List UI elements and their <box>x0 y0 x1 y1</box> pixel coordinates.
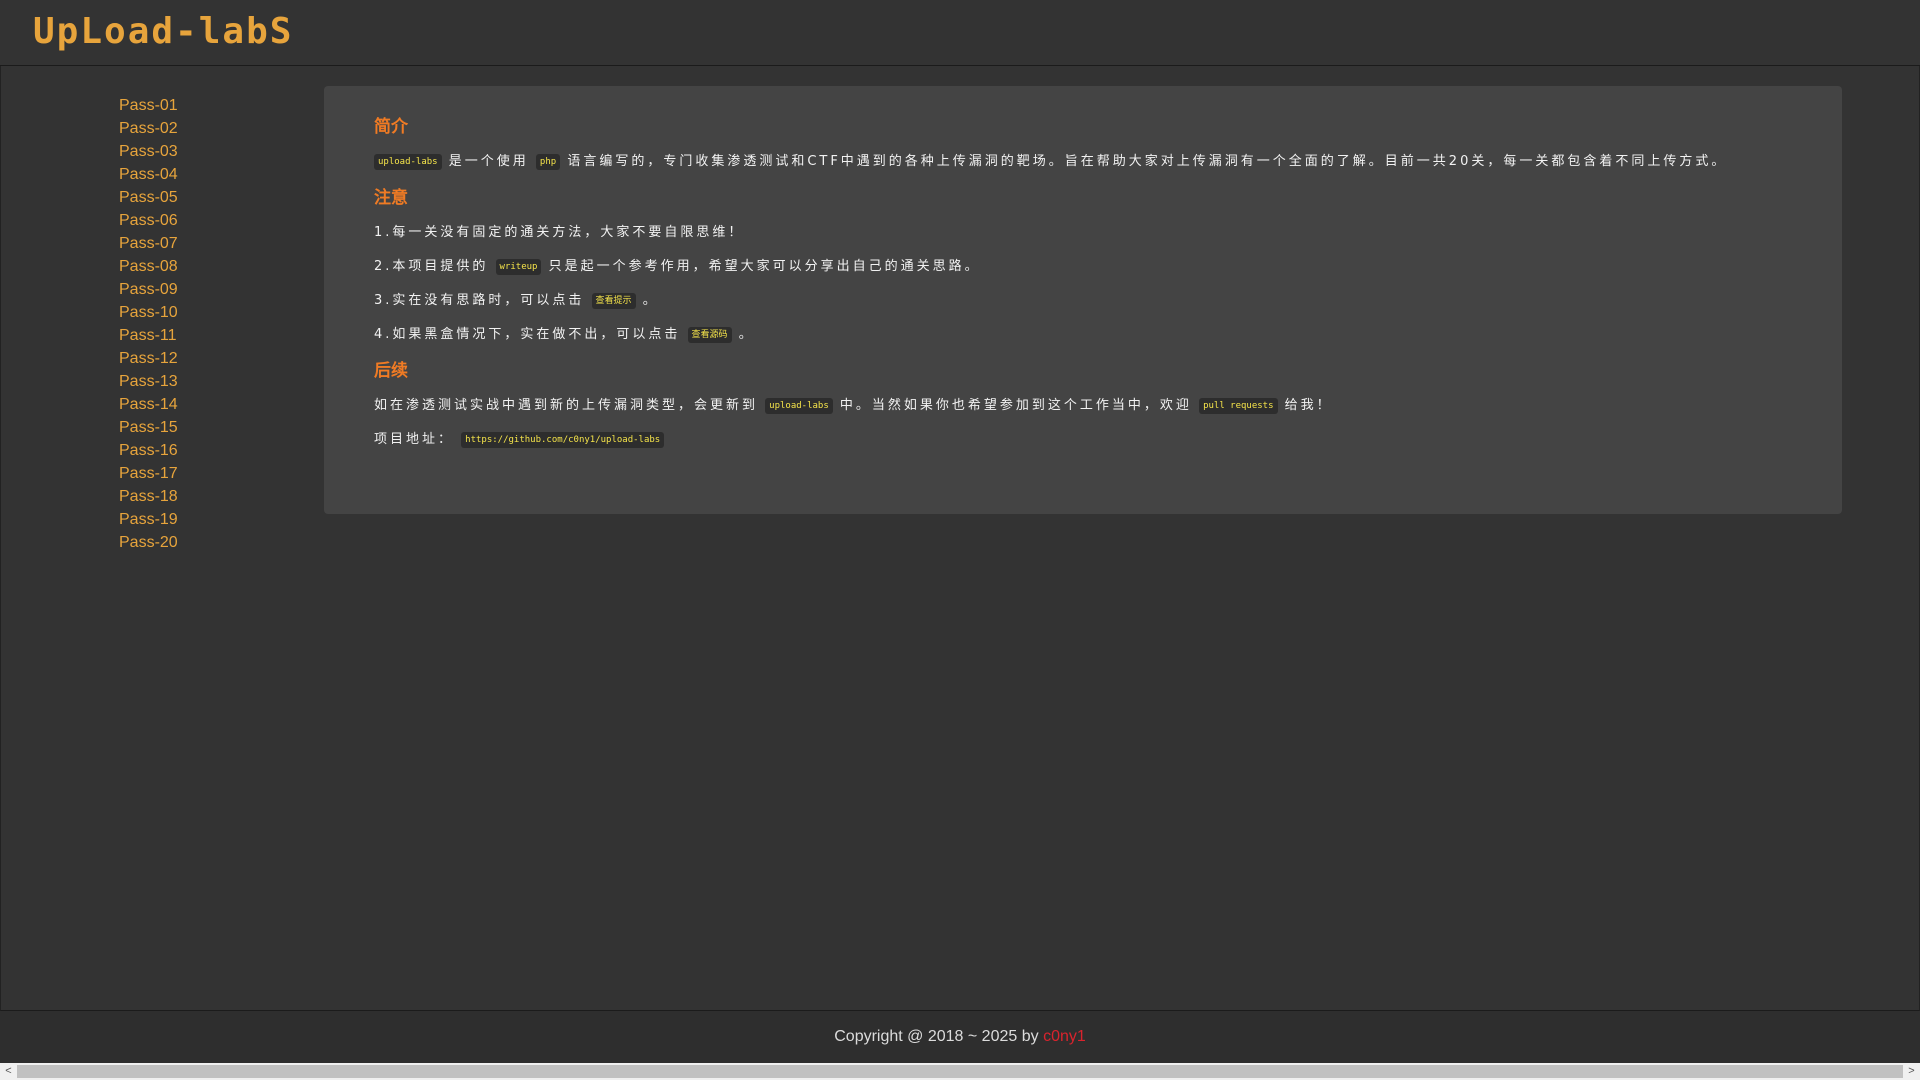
scroll-right-icon[interactable]: > <box>1903 1063 1920 1080</box>
sidebar-item-pass-07[interactable]: Pass-07 <box>119 232 239 255</box>
view-source-link[interactable]: 查看源码 <box>687 326 732 343</box>
sidebar-item-pass-05[interactable]: Pass-05 <box>119 186 239 209</box>
sidebar-item-pass-02[interactable]: Pass-02 <box>119 117 239 140</box>
sidebar-nav: Pass-01 Pass-02 Pass-03 Pass-04 Pass-05 … <box>119 94 239 554</box>
notice-item-3: 3.实在没有思路时，可以点击 查看提示 。 <box>374 291 1784 310</box>
intro-paragraph: upload-labs 是一个使用 php 语言编写的，专门收集渗透测试和CTF… <box>374 152 1784 171</box>
intro-text-2: 语言编写的，专门收集渗透测试和CTF中遇到的各种上传漏洞的靶场。旨在帮助大家对上… <box>567 154 1728 169</box>
follow-paragraph: 如在渗透测试实战中遇到新的上传漏洞类型，会更新到 upload-labs 中。当… <box>374 396 1784 415</box>
intro-title: 简介 <box>374 117 408 137</box>
sidebar-item-pass-08[interactable]: Pass-08 <box>119 255 239 278</box>
notice-item-4: 4.如果黑盒情况下，实在做不出，可以点击 查看源码 。 <box>374 325 1784 344</box>
horizontal-scrollbar[interactable]: < > <box>0 1063 1920 1080</box>
sidebar-item-pass-14[interactable]: Pass-14 <box>119 393 239 416</box>
sidebar-item-pass-17[interactable]: Pass-17 <box>119 462 239 485</box>
top-header: UpLoad-labS <box>0 0 1920 66</box>
sidebar-item-pass-15[interactable]: Pass-15 <box>119 416 239 439</box>
follow-text-3: 给我！ <box>1284 398 1333 413</box>
notice-item-3-post: 。 <box>642 293 659 308</box>
notice-item-2-pre: 2.本项目提供的 <box>374 259 489 274</box>
author-link[interactable]: c0ny1 <box>1043 1028 1086 1045</box>
sidebar-item-pass-20[interactable]: Pass-20 <box>119 531 239 554</box>
code-pull-requests: pull requests <box>1199 397 1278 414</box>
notice-item-4-pre: 4.如果黑盒情况下，实在做不出，可以点击 <box>374 327 681 342</box>
project-address-link[interactable]: https://github.com/c0ny1/upload-labs <box>461 431 665 448</box>
sidebar-item-pass-06[interactable]: Pass-06 <box>119 209 239 232</box>
notice-item-2-post: 只是起一个参考作用，希望大家可以分享出自己的通关思路。 <box>548 259 981 274</box>
page-footer: Copyright @ 2018 ~ 2025 by c0ny1 <box>0 1011 1920 1063</box>
sidebar-item-pass-12[interactable]: Pass-12 <box>119 347 239 370</box>
copyright-text: Copyright @ 2018 ~ 2025 by <box>834 1028 1044 1045</box>
sidebar-item-pass-09[interactable]: Pass-09 <box>119 278 239 301</box>
sidebar-item-pass-18[interactable]: Pass-18 <box>119 485 239 508</box>
intro-content: 简介 upload-labs 是一个使用 php 语言编写的，专门收集渗透测试和… <box>374 114 1784 449</box>
notice-title: 注意 <box>374 188 408 208</box>
sidebar-item-pass-03[interactable]: Pass-03 <box>119 140 239 163</box>
notice-item-4-post: 。 <box>738 327 755 342</box>
code-writeup: writeup <box>495 258 542 275</box>
sidebar-item-pass-16[interactable]: Pass-16 <box>119 439 239 462</box>
intro-panel: 简介 upload-labs 是一个使用 php 语言编写的，专门收集渗透测试和… <box>324 86 1842 514</box>
notice-item-2: 2.本项目提供的 writeup 只是起一个参考作用，希望大家可以分享出自己的通… <box>374 257 1784 276</box>
code-upload-labs-2: upload-labs <box>765 397 833 414</box>
code-upload-labs: upload-labs <box>374 153 442 170</box>
sidebar-item-pass-04[interactable]: Pass-04 <box>119 163 239 186</box>
scroll-left-icon[interactable]: < <box>0 1063 17 1080</box>
sidebar-item-pass-19[interactable]: Pass-19 <box>119 508 239 531</box>
follow-title: 后续 <box>374 361 408 381</box>
main-area: Pass-01 Pass-02 Pass-03 Pass-04 Pass-05 … <box>0 66 1920 1011</box>
project-address-label: 项目地址： <box>374 432 455 447</box>
notice-item-1: 1.每一关没有固定的通关方法，大家不要自限思维！ <box>374 225 745 240</box>
follow-text-1: 如在渗透测试实战中遇到新的上传漏洞类型，会更新到 <box>374 398 759 413</box>
follow-text-2: 中。当然如果你也希望参加到这个工作当中，欢迎 <box>839 398 1192 413</box>
sidebar-item-pass-10[interactable]: Pass-10 <box>119 301 239 324</box>
intro-text-1: 是一个使用 <box>448 154 529 169</box>
sidebar-item-pass-01[interactable]: Pass-01 <box>119 94 239 117</box>
upload-labs-logo[interactable]: UpLoad-labS <box>33 10 293 54</box>
code-php: php <box>535 153 561 170</box>
sidebar-item-pass-13[interactable]: Pass-13 <box>119 370 239 393</box>
view-hint-link[interactable]: 查看提示 <box>591 292 636 309</box>
notice-item-3-pre: 3.实在没有思路时，可以点击 <box>374 293 585 308</box>
sidebar-item-pass-11[interactable]: Pass-11 <box>119 324 239 347</box>
scrollbar-thumb[interactable] <box>17 1065 1903 1078</box>
project-address: 项目地址： https://github.com/c0ny1/upload-la… <box>374 430 1784 449</box>
